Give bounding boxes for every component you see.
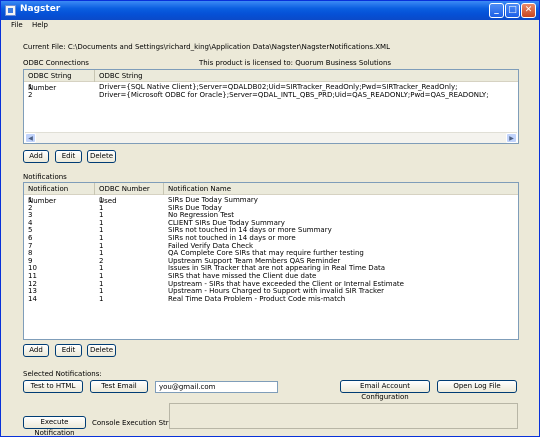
odbc-edit-button[interactable]: Edit [55,150,82,163]
minimize-button[interactable]: _ [489,3,504,18]
odbc-add-button[interactable]: Add [23,150,49,163]
column-header-odbc-number[interactable]: ODBC String Number [24,70,95,92]
current-file-label: Current File: C:\Documents and Settings\… [23,43,390,51]
odbc-string-cell: Driver={SQL Native Client};Server=QDALDB… [99,83,458,91]
notification-name-cell: Real Time Data Problem - Product Code mi… [168,294,346,303]
odbc-connections-list[interactable]: ODBC String Number ODBC String 1 Driver=… [23,69,519,144]
test-email-button[interactable]: Test Email [90,380,148,393]
title-bar[interactable]: Nagster _ □ ✕ [1,1,539,20]
main-window: Nagster _ □ ✕ File Help Current File: C:… [0,0,540,437]
selected-notifications-label: Selected Notifications: [23,370,102,378]
odbc-number-cell: 1 [28,83,33,91]
notifications-list[interactable]: Notification Number ODBC Number Used Not… [23,182,519,340]
notifications-edit-button[interactable]: Edit [55,344,82,357]
odbc-list-header: ODBC String Number ODBC String [24,70,518,92]
email-field[interactable]: you@gmail.com [155,381,278,393]
notifications-section-label: Notifications [23,173,67,181]
notifications-list-header: Notification Number ODBC Number Used Not… [24,183,518,205]
maximize-button[interactable]: □ [505,3,520,18]
scroll-left-icon[interactable]: ◀ [25,133,36,143]
execute-notification-button[interactable]: Execute Notification [23,416,86,437]
app-icon [5,5,16,16]
license-label: This product is licensed to: Quorum Busi… [199,59,392,67]
console-execution-string-field[interactable] [169,403,518,429]
test-to-html-button[interactable]: Test to HTML [23,380,83,393]
odbc-number-used-cell: 1 [99,294,104,303]
column-header-odbc-string[interactable]: ODBC String [95,70,518,82]
notifications-add-button[interactable]: Add [23,344,49,357]
column-header-notification-number[interactable]: Notification Number [24,183,95,205]
odbc-string-cell: Driver={Microsoft ODBC for Oracle};Serve… [99,91,489,99]
odbc-section-label: ODBC Connections [23,59,89,67]
menu-file[interactable]: File [11,21,23,29]
odbc-row[interactable]: 2 Driver={Microsoft ODBC for Oracle};Ser… [24,91,518,99]
open-log-file-button[interactable]: Open Log File [437,380,517,393]
scroll-right-icon[interactable]: ▶ [506,133,517,143]
column-header-notification-name[interactable]: Notification Name [164,183,518,195]
notifications-delete-button[interactable]: Delete [87,344,116,357]
menu-bar: File Help [1,20,539,32]
odbc-horizontal-scrollbar[interactable]: ◀ ▶ [25,132,517,143]
close-button[interactable]: ✕ [521,3,536,18]
notification-number-cell: 14 [28,294,37,303]
column-header-odbc-number-used[interactable]: ODBC Number Used [95,183,164,205]
odbc-row[interactable]: 1 Driver={SQL Native Client};Server=QDAL… [24,83,518,91]
notification-row[interactable]: 14 1 Real Time Data Problem - Product Code… [24,295,518,303]
window-title: Nagster [20,4,61,14]
odbc-delete-button[interactable]: Delete [87,150,116,163]
email-account-configuration-button[interactable]: Email Account Configuration [340,380,430,401]
menu-help[interactable]: Help [32,21,48,29]
odbc-number-cell: 2 [28,91,33,99]
